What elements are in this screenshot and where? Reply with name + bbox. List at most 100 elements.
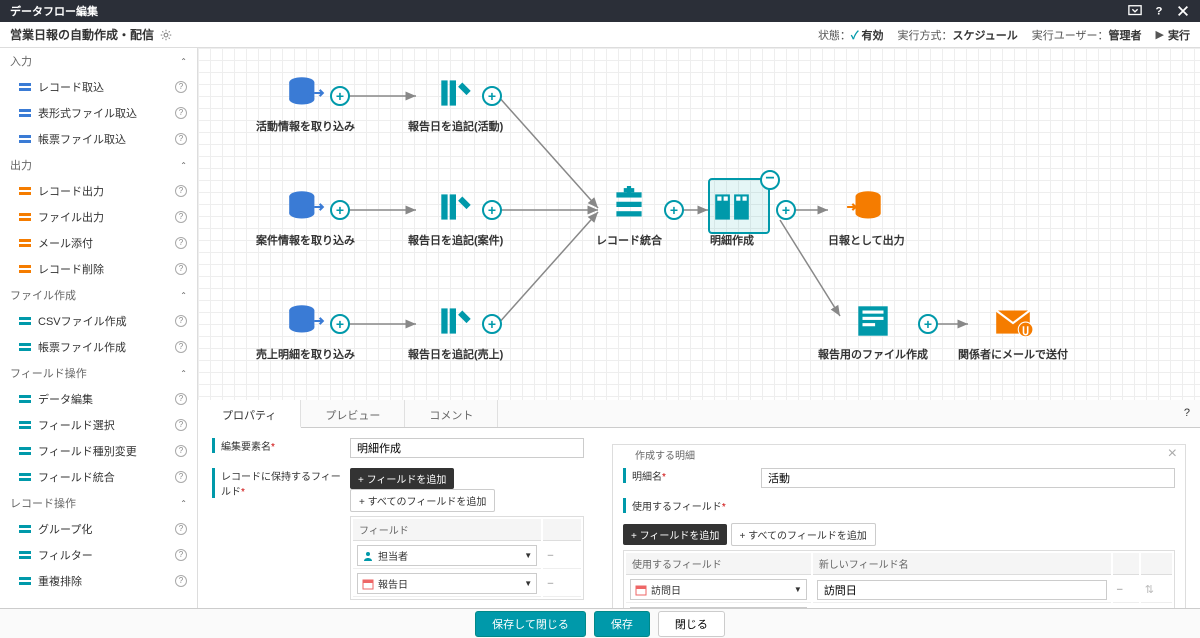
item-icon [18,392,32,406]
sidebar-item[interactable]: フィールド種別変更? [0,438,197,464]
field-select[interactable]: 訪問先▼ [630,607,807,608]
plus-icon[interactable]: + [482,200,502,220]
item-icon [18,340,32,354]
help-icon[interactable]: ? [175,237,187,249]
tab-comment[interactable]: コメント [405,400,498,427]
sidebar-item[interactable]: フィールド統合? [0,464,197,490]
add-field-button[interactable]: + フィールドを追加 [350,468,454,489]
sidebar-category[interactable]: フィールド操作⌃ [0,360,197,386]
sidebar-item[interactable]: ファイル出力? [0,204,197,230]
sidebar-item-label: フィールド選択 [38,417,115,433]
gear-icon[interactable] [160,29,172,41]
feedback-icon[interactable] [1128,4,1142,18]
sidebar-item[interactable]: グループ化? [0,516,197,542]
tab-property[interactable]: プロパティ [198,400,301,428]
add-field-button[interactable]: + フィールドを追加 [623,524,727,545]
add-all-fields-button[interactable]: + すべてのフィールドを追加 [350,489,495,512]
remove-icon[interactable]: − [1113,577,1139,603]
close-button[interactable]: 閉じる [658,611,725,637]
tab-help-icon[interactable]: ? [1174,400,1200,427]
item-icon [18,132,32,146]
help-icon[interactable]: ? [175,575,187,587]
save-button[interactable]: 保存 [594,611,650,637]
save-close-button[interactable]: 保存して閉じる [475,611,586,637]
sidebar-category[interactable]: 入力⌃ [0,48,197,74]
close-icon[interactable]: × [1168,445,1177,463]
sidebar-category[interactable]: レコード操作⌃ [0,490,197,516]
help-icon[interactable]: ? [1152,4,1166,18]
sidebar-item[interactable]: 重複排除? [0,568,197,594]
sidebar-category[interactable]: 出力⌃ [0,152,197,178]
item-icon [18,80,32,94]
close-icon[interactable] [1176,4,1190,18]
field-select[interactable]: 担当者▼ [357,545,537,566]
item-icon [18,210,32,224]
new-field-input[interactable] [817,608,1107,609]
sidebar-item[interactable]: 帳票ファイル作成? [0,334,197,360]
sidebar-item[interactable]: レコード取込? [0,74,197,100]
plus-icon[interactable]: + [330,314,350,334]
help-icon[interactable]: ? [175,107,187,119]
sidebar-item[interactable]: CSVファイル作成? [0,308,197,334]
sidebar-item[interactable]: メール添付? [0,230,197,256]
add-all-fields-button[interactable]: + すべてのフィールドを追加 [731,523,876,546]
node-detail-create[interactable]: 明細作成 [710,186,754,248]
sidebar-item[interactable]: フィルター? [0,542,197,568]
plus-icon[interactable]: + [664,200,684,220]
sidebar-item[interactable]: フィールド選択? [0,412,197,438]
minus-icon[interactable]: − [760,170,780,190]
tab-preview[interactable]: プレビュー [301,400,405,427]
detail-name-label: 明細名* [623,468,753,483]
drag-icon[interactable]: ⇅ [1141,605,1172,608]
topbar: データフロー編集 ? [0,0,1200,22]
run-button[interactable]: ▶ 実行 [1156,27,1190,43]
canvas[interactable]: 活動情報を取り込み + 報告日を追記(活動) + 案件情報を取り込み + 報告日… [198,48,1200,400]
help-icon[interactable]: ? [175,263,187,275]
help-icon[interactable]: ? [175,419,187,431]
sidebar-item-label: フィールド統合 [38,469,115,485]
plus-icon[interactable]: + [918,314,938,334]
field-select[interactable]: 報告日▼ [357,573,537,594]
help-icon[interactable]: ? [175,445,187,457]
sidebar-item-label: 重複排除 [38,573,82,589]
tabbar: プロパティ プレビュー コメント ? [198,400,1200,428]
sidebar-item[interactable]: 表形式ファイル取込? [0,100,197,126]
item-icon [18,106,32,120]
plus-icon[interactable]: + [330,86,350,106]
help-icon[interactable]: ? [175,471,187,483]
item-icon [18,236,32,250]
remove-icon[interactable]: − [1113,605,1139,608]
help-icon[interactable]: ? [175,341,187,353]
node-file-create[interactable]: 報告用のファイル作成 [818,300,928,362]
prop-keep-label: レコードに保持するフィールド* [212,468,342,498]
remove-icon[interactable]: − [543,543,581,569]
plus-icon[interactable]: + [482,86,502,106]
sidebar-category[interactable]: ファイル作成⌃ [0,282,197,308]
field-select[interactable]: 訪問日▼ [630,579,807,600]
help-icon[interactable]: ? [175,549,187,561]
help-icon[interactable]: ? [175,185,187,197]
sidebar-item[interactable]: データ編集? [0,386,197,412]
detail-name-input[interactable] [761,468,1175,488]
exec-user: 実行ユーザー：管理者 [1032,27,1142,43]
plus-icon[interactable]: + [330,200,350,220]
drag-icon[interactable]: ⇅ [1141,577,1172,603]
help-icon[interactable]: ? [175,211,187,223]
help-icon[interactable]: ? [175,81,187,93]
plus-icon[interactable]: + [776,200,796,220]
help-icon[interactable]: ? [175,315,187,327]
sidebar-item[interactable]: レコード出力? [0,178,197,204]
help-icon[interactable]: ? [175,133,187,145]
remove-icon[interactable]: − [543,571,581,597]
node-record-merge[interactable]: レコード統合 [596,186,662,248]
help-icon[interactable]: ? [175,523,187,535]
sidebar-item[interactable]: 帳票ファイル取込? [0,126,197,152]
node-mail-send[interactable]: 関係者にメールで送付 [958,300,1068,362]
svg-text:?: ? [1156,6,1163,18]
help-icon[interactable]: ? [175,393,187,405]
new-field-input[interactable] [817,580,1107,600]
plus-icon[interactable]: + [482,314,502,334]
sidebar-item[interactable]: レコード削除? [0,256,197,282]
node-report-output[interactable]: 日報として出力 [828,186,905,248]
element-name-input[interactable] [350,438,584,458]
